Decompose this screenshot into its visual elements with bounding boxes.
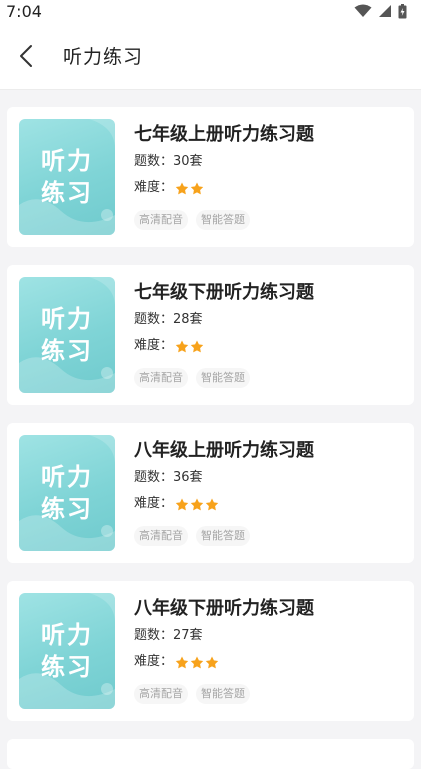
- difficulty-label: 难度：: [134, 654, 174, 669]
- tag-smart-answer: 智能答题: [196, 684, 250, 704]
- difficulty-stars: [175, 181, 204, 195]
- tag-smart-answer: 智能答题: [196, 210, 250, 230]
- cover-line-1: 听力: [41, 463, 93, 491]
- item-count: 题数： 30套: [134, 150, 404, 174]
- tag-hd-audio: 高清配音: [134, 368, 188, 388]
- star-icon: [190, 497, 204, 510]
- count-value: 27套: [173, 628, 203, 643]
- list-item[interactable]: 听力 练习 八年级上册听力练习题 题数： 36套 难度： 高清配音 智能答题: [7, 423, 414, 563]
- tag-hd-audio: 高清配音: [134, 210, 188, 230]
- chevron-left-icon: [20, 44, 32, 67]
- cover-line-1: 听力: [41, 147, 93, 175]
- page-title: 听力练习: [63, 46, 144, 68]
- item-title: 七年级下册听力练习题: [134, 282, 314, 303]
- item-tags: 高清配音 智能答题: [134, 684, 404, 704]
- item-count: 题数： 27套: [134, 624, 404, 648]
- cover-line-2: 练习: [41, 337, 93, 365]
- status-bar: 7:04: [0, 0, 421, 22]
- cover-line-1: 听力: [41, 621, 93, 649]
- count-label: 题数：: [134, 154, 174, 169]
- item-title: 八年级下册听力练习题: [134, 598, 314, 619]
- cover-image: 听力 练习: [19, 119, 115, 235]
- difficulty-label: 难度：: [134, 496, 174, 511]
- star-icon: [205, 497, 219, 510]
- item-difficulty: 难度：: [134, 334, 404, 358]
- star-icon: [175, 655, 189, 668]
- app-bar: 听力练习: [0, 22, 421, 90]
- tag-smart-answer: 智能答题: [196, 526, 250, 546]
- item-info: 七年级上册听力练习题题数： 30套难度： 高清配音 智能答题: [134, 122, 404, 230]
- star-icon: [205, 655, 219, 668]
- count-value: 30套: [173, 154, 203, 169]
- cover-title: 听力 练习: [19, 277, 115, 393]
- item-count: 题数： 36套: [134, 466, 404, 490]
- cover-line-1: 听力: [41, 305, 93, 333]
- list-item[interactable]: 听力 练习 七年级下册听力练习题 题数： 28套 难度： 高清配音 智能答题: [7, 265, 414, 405]
- cover-line-2: 练习: [41, 495, 93, 523]
- star-icon: [190, 181, 204, 194]
- difficulty-stars: [175, 655, 219, 669]
- difficulty-label: 难度：: [134, 180, 174, 195]
- list-item[interactable]: 听力 练习 八年级下册听力练习题 题数： 27套 难度： 高清配音 智能答题: [7, 581, 414, 721]
- cover-image: 听力 练习: [19, 277, 115, 393]
- count-label: 题数：: [134, 312, 174, 327]
- item-difficulty: 难度：: [134, 650, 404, 674]
- cover-line-2: 练习: [41, 653, 93, 681]
- item-info: 七年级下册听力练习题题数： 28套难度： 高清配音 智能答题: [134, 280, 404, 388]
- star-icon: [190, 655, 204, 668]
- cover-title: 听力 练习: [19, 435, 115, 551]
- count-label: 题数：: [134, 470, 174, 485]
- tag-smart-answer: 智能答题: [196, 368, 250, 388]
- count-value: 36套: [173, 470, 203, 485]
- cover-image: 听力 练习: [19, 435, 115, 551]
- cover-line-2: 练习: [41, 179, 93, 207]
- star-icon: [175, 497, 189, 510]
- item-title: 七年级上册听力练习题: [134, 124, 314, 145]
- difficulty-stars: [175, 339, 204, 353]
- count-label: 题数：: [134, 628, 174, 643]
- item-tags: 高清配音 智能答题: [134, 210, 404, 230]
- difficulty-label: 难度：: [134, 338, 174, 353]
- count-value: 28套: [173, 312, 203, 327]
- cellular-signal-icon: [379, 5, 391, 17]
- cover-image: 听力 练习: [19, 593, 115, 709]
- item-tags: 高清配音 智能答题: [134, 526, 404, 546]
- difficulty-stars: [175, 497, 219, 511]
- star-icon: [190, 339, 204, 352]
- item-difficulty: 难度：: [134, 492, 404, 516]
- item-tags: 高清配音 智能答题: [134, 368, 404, 388]
- status-icons: [354, 3, 407, 19]
- list-item-partial[interactable]: [7, 739, 414, 769]
- list-item[interactable]: 听力 练习 七年级上册听力练习题 题数： 30套 难度： 高清配音 智能答题: [7, 107, 414, 247]
- star-icon: [175, 339, 189, 352]
- tag-hd-audio: 高清配音: [134, 526, 188, 546]
- cover-title: 听力 练习: [19, 593, 115, 709]
- item-info: 八年级上册听力练习题题数： 36套难度： 高清配音 智能答题: [134, 438, 404, 546]
- item-info: 八年级下册听力练习题题数： 27套难度： 高清配音 智能答题: [134, 596, 404, 704]
- item-title: 八年级上册听力练习题: [134, 440, 314, 461]
- status-time: 7:04: [6, 1, 42, 21]
- item-count: 题数： 28套: [134, 308, 404, 332]
- battery-icon: [398, 3, 407, 18]
- star-icon: [175, 181, 189, 194]
- wifi-icon: [354, 4, 372, 17]
- back-button[interactable]: [0, 22, 52, 90]
- item-difficulty: 难度：: [134, 176, 404, 200]
- tag-hd-audio: 高清配音: [134, 684, 188, 704]
- cover-title: 听力 练习: [19, 119, 115, 235]
